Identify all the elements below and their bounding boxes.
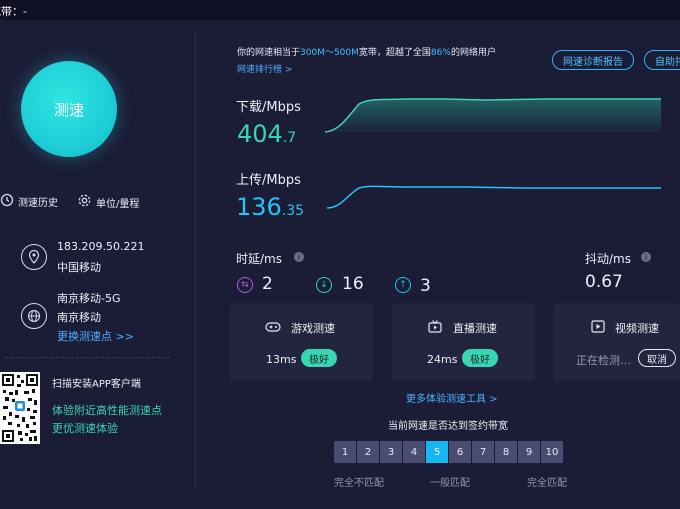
game-test-badge: 极好 — [301, 349, 337, 367]
unit-settings-button[interactable]: 单位/量程 — [77, 193, 139, 211]
self-help-button[interactable]: 自助排 — [644, 50, 680, 70]
bandwidth-text: 宽带：- — [0, 5, 27, 18]
app-qr-code — [0, 372, 40, 444]
rank-link[interactable]: 网速排行榜 > — [237, 62, 292, 75]
download-label: 下载/Mbps — [236, 100, 301, 115]
isp-name: 中国移动 — [57, 261, 101, 274]
jitter-value: 0.67 — [585, 272, 623, 292]
download-value: 404.7 — [237, 120, 296, 148]
summary-range: 300M～500M — [300, 48, 359, 58]
summary-prefix: 你的网速相当于 — [237, 48, 301, 58]
contract-mid-label: 一般匹配 — [430, 478, 470, 489]
top-bar: 宽带：- — [0, 0, 680, 20]
download-graph — [325, 98, 661, 133]
summary-percent: 86% — [430, 48, 451, 58]
contract-scale-option-9[interactable]: 9 — [518, 441, 540, 463]
live-test-title: 直播测速 — [453, 322, 497, 335]
video-test-title: 视频测速 — [615, 322, 659, 335]
qr-benefit-1: 体验附近高性能测速点 — [52, 404, 162, 417]
contract-scale-option-6[interactable]: 6 — [449, 441, 471, 463]
left-divider — [195, 30, 196, 490]
latency-info-icon[interactable]: i — [294, 252, 304, 262]
speed-test-button[interactable]: 测速 — [21, 61, 117, 157]
globe-icon — [21, 303, 47, 329]
contract-scale-option-7[interactable]: 7 — [472, 441, 494, 463]
dashed-divider — [5, 357, 170, 358]
live-test-badge: 极好 — [462, 349, 498, 367]
jitter-info-icon[interactable]: i — [641, 252, 651, 262]
qr-title: 扫描安装APP客户端 — [52, 379, 141, 390]
contract-title: 当前网速是否达到签约带宽 — [388, 421, 508, 432]
video-test-status: 正在检测… — [576, 354, 631, 367]
tv-icon — [428, 320, 442, 336]
game-test-card[interactable]: 游戏测速 13ms 极好 — [230, 303, 373, 381]
contract-scale-option-2[interactable]: 2 — [357, 441, 379, 463]
upload-value-int: 136 — [236, 193, 282, 221]
upload-value: 136.35 — [236, 193, 304, 221]
contract-scale-option-4[interactable]: 4 — [403, 441, 425, 463]
speed-summary: 你的网速相当于300M～500M宽带，超越了全国86%的网络用户 — [237, 45, 496, 58]
ip-address: 183.209.50.221 — [57, 240, 145, 253]
summary-suffix: 的网络用户 — [450, 48, 496, 58]
history-button[interactable]: 测速历史 — [0, 193, 58, 210]
contract-scale[interactable]: 1 2 3 4 5 6 7 8 9 10 — [334, 441, 563, 463]
contract-scale-option-10[interactable]: 10 — [541, 441, 563, 463]
more-tools-link[interactable]: 更多体验测速工具 > — [406, 390, 498, 405]
upload-label: 上传/Mbps — [236, 173, 301, 188]
video-test-card[interactable]: 视频测速 正在检测… 取消 — [554, 303, 680, 381]
jitter-label: 抖动/ms — [585, 252, 631, 266]
download-value-dec: .7 — [282, 130, 297, 146]
change-node-link[interactable]: 更换测速点 >> — [57, 328, 134, 344]
qr-benefit-2: 更优测速体验 — [52, 422, 118, 435]
node-isp: 南京移动 — [57, 311, 101, 324]
contract-low-label: 完全不匹配 — [334, 478, 384, 489]
upload-graph — [326, 185, 661, 209]
latency-value-2: 16 — [342, 274, 364, 294]
game-test-value: 13ms — [266, 353, 297, 366]
speed-test-label: 测速 — [53, 100, 84, 119]
contract-high-label: 完全匹配 — [527, 478, 567, 489]
contract-scale-option-1[interactable]: 1 — [334, 441, 356, 463]
live-test-value: 24ms — [427, 353, 458, 366]
upload-value-dec: .35 — [281, 203, 305, 219]
live-test-card[interactable]: 直播测速 24ms 极好 — [392, 303, 535, 381]
latency-swap-icon: ⇆ — [237, 277, 253, 293]
history-icon — [0, 193, 14, 210]
latency-value-3: 3 — [420, 276, 431, 296]
latency-label: 时延/ms — [236, 252, 282, 266]
contract-scale-option-8[interactable]: 8 — [495, 441, 517, 463]
game-test-title: 游戏测速 — [291, 322, 335, 335]
contract-scale-option-5[interactable]: 5 — [426, 441, 448, 463]
latency-down-icon: ↓ — [316, 277, 332, 293]
gamepad-icon — [265, 321, 281, 336]
unit-settings-label: 单位/量程 — [96, 198, 140, 210]
video-test-cancel-button[interactable]: 取消 — [638, 349, 676, 367]
node-name: 南京移动-5G — [57, 292, 121, 305]
latency-value-1: 2 — [262, 274, 273, 294]
video-icon — [591, 320, 605, 336]
diagnosis-report-button[interactable]: 网速诊断报告 — [552, 50, 634, 70]
history-label: 测速历史 — [18, 198, 58, 209]
gear-icon — [77, 193, 92, 211]
download-value-int: 404 — [237, 120, 283, 148]
contract-scale-option-3[interactable]: 3 — [380, 441, 402, 463]
summary-mid: 宽带，超越了全国 — [358, 48, 431, 58]
location-icon — [21, 244, 47, 270]
latency-up-icon: ↑ — [395, 277, 411, 293]
